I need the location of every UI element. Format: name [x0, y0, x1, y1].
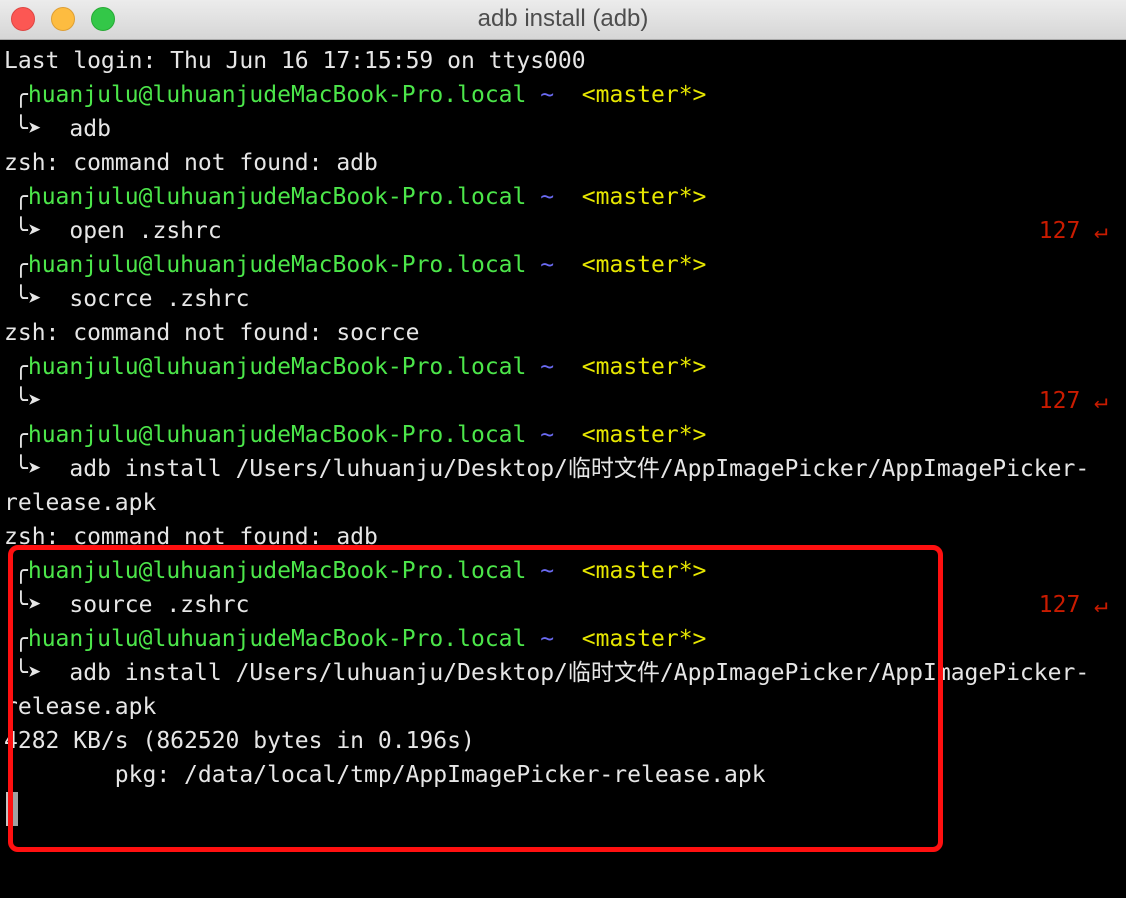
prompt-git-branch: <master*>	[581, 252, 707, 278]
command-text: adb install /Users/luhuanju/Desktop/临时文件…	[69, 660, 1090, 686]
prompt-directory: ~	[540, 184, 555, 210]
prompt-arrow: ╰➤	[14, 116, 42, 142]
prompt-line: ╭huanjulu@luhuanjudeMacBook-Pro.local ~ …	[14, 78, 706, 112]
prompt-corner: ╭	[14, 184, 28, 210]
prompt-arrow: ╰➤	[14, 218, 42, 244]
prompt-corner: ╭	[14, 354, 28, 380]
output-line: Last login: Thu Jun 16 17:15:59 on ttys0…	[4, 48, 586, 74]
prompt-user-host: huanjulu@luhuanjudeMacBook-Pro.local	[27, 558, 527, 584]
prompt-line: ╭huanjulu@luhuanjudeMacBook-Pro.local ~ …	[14, 350, 706, 384]
prompt-line: ╭huanjulu@luhuanjudeMacBook-Pro.local ~ …	[14, 180, 706, 214]
exit-status: 127 ↵	[1038, 388, 1108, 414]
prompt-arrow: ╰➤	[14, 388, 42, 414]
command-text: source .zshrc	[69, 592, 250, 618]
prompt-directory: ~	[540, 252, 555, 278]
command-text: adb install /Users/luhuanju/Desktop/临时文件…	[69, 456, 1090, 482]
prompt-arrow: ╰➤	[14, 286, 42, 312]
prompt-directory: ~	[540, 354, 555, 380]
prompt-corner: ╭	[14, 422, 28, 448]
prompt-directory: ~	[540, 422, 555, 448]
title-bar: adb install (adb)	[0, 0, 1126, 40]
terminal-content[interactable]: Last login: Thu Jun 16 17:15:59 on ttys0…	[0, 40, 1126, 898]
prompt-user-host: huanjulu@luhuanjudeMacBook-Pro.local	[27, 252, 527, 278]
output-line: zsh: command not found: adb	[4, 150, 378, 176]
prompt-line: ╭huanjulu@luhuanjudeMacBook-Pro.local ~ …	[14, 554, 706, 588]
window-title: adb install (adb)	[477, 5, 649, 32]
command-line: ╰➤	[14, 384, 69, 418]
terminal-window: adb install (adb) Last login: Thu Jun 16…	[0, 0, 1126, 898]
prompt-user-host: huanjulu@luhuanjudeMacBook-Pro.local	[27, 626, 527, 652]
prompt-arrow: ╰➤	[14, 456, 42, 482]
output-line: zsh: command not found: socrce	[4, 320, 420, 346]
prompt-git-branch: <master*>	[581, 422, 707, 448]
output-line: zsh: command not found: adb	[4, 524, 378, 550]
prompt-line: ╭huanjulu@luhuanjudeMacBook-Pro.local ~ …	[14, 418, 706, 452]
prompt-corner: ╭	[14, 252, 28, 278]
prompt-git-branch: <master*>	[581, 626, 707, 652]
prompt-directory: ~	[540, 558, 555, 584]
command-text: adb	[69, 116, 111, 142]
command-text: open .zshrc	[69, 218, 222, 244]
prompt-corner: ╭	[14, 558, 28, 584]
prompt-directory: ~	[540, 82, 555, 108]
output-line: release.apk	[4, 694, 157, 720]
prompt-corner: ╭	[14, 626, 28, 652]
prompt-git-branch: <master*>	[581, 354, 707, 380]
prompt-line: ╭huanjulu@luhuanjudeMacBook-Pro.local ~ …	[14, 248, 706, 282]
output-line: 4282 KB/s (862520 bytes in 0.196s)	[4, 728, 475, 754]
prompt-directory: ~	[540, 626, 555, 652]
prompt-line: ╭huanjulu@luhuanjudeMacBook-Pro.local ~ …	[14, 622, 706, 656]
exit-status: 127 ↵	[1038, 592, 1108, 618]
prompt-user-host: huanjulu@luhuanjudeMacBook-Pro.local	[27, 82, 527, 108]
exit-status: 127 ↵	[1038, 218, 1108, 244]
prompt-user-host: huanjulu@luhuanjudeMacBook-Pro.local	[27, 422, 527, 448]
command-line: ╰➤ source .zshrc	[14, 588, 249, 622]
prompt-user-host: huanjulu@luhuanjudeMacBook-Pro.local	[27, 184, 527, 210]
prompt-arrow: ╰➤	[14, 592, 42, 618]
prompt-git-branch: <master*>	[581, 558, 707, 584]
prompt-git-branch: <master*>	[581, 184, 707, 210]
text-cursor	[6, 792, 18, 826]
command-text: socrce .zshrc	[69, 286, 250, 312]
prompt-arrow: ╰➤	[14, 660, 42, 686]
prompt-user-host: huanjulu@luhuanjudeMacBook-Pro.local	[27, 354, 527, 380]
command-line: ╰➤ open .zshrc	[14, 214, 222, 248]
command-line: ╰➤ adb install /Users/luhuanju/Desktop/临…	[14, 452, 1089, 486]
command-line: ╰➤ socrce .zshrc	[14, 282, 249, 316]
prompt-git-branch: <master*>	[581, 82, 707, 108]
command-line: ╰➤ adb install /Users/luhuanju/Desktop/临…	[14, 656, 1089, 690]
command-line: ╰➤ adb	[14, 112, 111, 146]
output-line: pkg: /data/local/tmp/AppImagePicker-rele…	[4, 762, 766, 788]
prompt-corner: ╭	[14, 82, 28, 108]
output-line: release.apk	[4, 490, 157, 516]
